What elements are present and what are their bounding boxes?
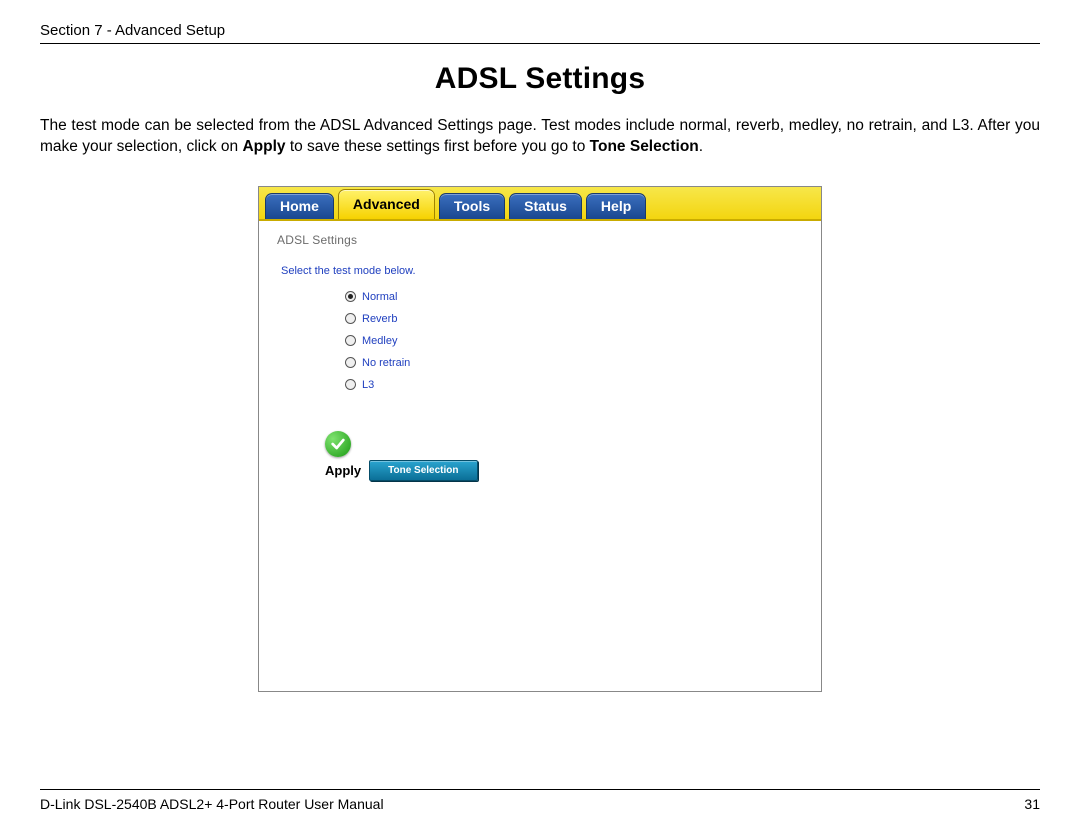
radio-label: No retrain <box>362 357 410 369</box>
section-header: Section 7 - Advanced Setup <box>40 22 1040 44</box>
radio-label: Medley <box>362 335 397 347</box>
apply-button[interactable]: Apply <box>325 463 361 478</box>
action-area: Apply Tone Selection <box>277 431 803 481</box>
panel-title: ADSL Settings <box>277 233 803 247</box>
page-title: ADSL Settings <box>40 62 1040 96</box>
tab-tools[interactable]: Tools <box>439 193 505 219</box>
router-ui-screenshot: Home Advanced Tools Status Help ADSL Set… <box>258 186 822 692</box>
tab-home[interactable]: Home <box>265 193 334 219</box>
radio-label: Reverb <box>362 313 397 325</box>
paragraph-apply-word: Apply <box>242 138 285 155</box>
page-footer: D-Link DSL-2540B ADSL2+ 4-Port Router Us… <box>40 789 1040 812</box>
radio-l3[interactable]: L3 <box>345 379 803 391</box>
radio-label: L3 <box>362 379 374 391</box>
settings-panel: ADSL Settings Select the test mode below… <box>259 221 821 691</box>
paragraph-mid: to save these settings ﬁrst before you g… <box>286 138 590 155</box>
tab-status[interactable]: Status <box>509 193 582 219</box>
footer-manual-title: D-Link DSL-2540B ADSL2+ 4-Port Router Us… <box>40 796 384 812</box>
radio-icon <box>345 357 356 368</box>
radio-medley[interactable]: Medley <box>345 335 803 347</box>
radio-icon <box>345 335 356 346</box>
radio-icon <box>345 313 356 324</box>
footer-page-number: 31 <box>1024 796 1040 812</box>
radio-icon <box>345 291 356 302</box>
tone-selection-button[interactable]: Tone Selection <box>369 460 477 481</box>
radio-label: Normal <box>362 291 397 303</box>
tab-help[interactable]: Help <box>586 193 646 219</box>
test-mode-radio-group: Normal Reverb Medley No retrain L3 <box>277 291 803 391</box>
checkmark-icon <box>325 431 351 457</box>
radio-icon <box>345 379 356 390</box>
panel-instruction: Select the test mode below. <box>277 265 803 277</box>
radio-no-retrain[interactable]: No retrain <box>345 357 803 369</box>
intro-paragraph: The test mode can be selected from the A… <box>40 116 1040 158</box>
radio-normal[interactable]: Normal <box>345 291 803 303</box>
tab-advanced[interactable]: Advanced <box>338 189 435 219</box>
paragraph-end: . <box>699 138 703 155</box>
tab-bar: Home Advanced Tools Status Help <box>259 187 821 221</box>
radio-reverb[interactable]: Reverb <box>345 313 803 325</box>
paragraph-tone-word: Tone Selection <box>590 138 699 155</box>
